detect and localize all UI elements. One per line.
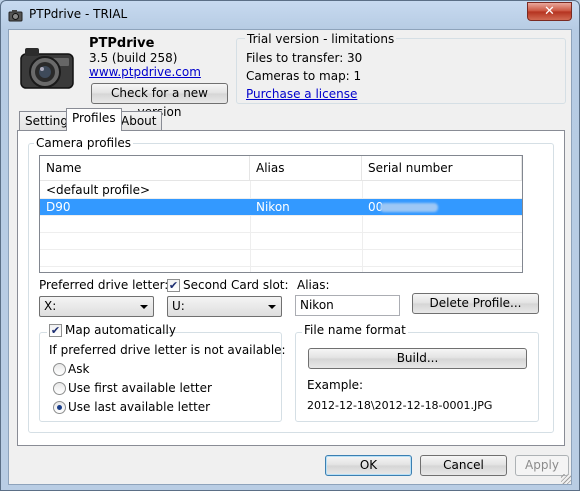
ok-button[interactable]: OK [325,455,412,476]
radio-ask-label[interactable]: Ask [68,362,89,376]
table-row[interactable]: <default profile> [40,182,522,199]
cell-alias: Nikon [256,200,290,214]
chevron-down-icon [268,305,276,309]
radio-first-letter[interactable] [53,382,66,395]
cancel-button[interactable]: Cancel [420,455,507,476]
dialog-client: PTPdrive 3.5 (build 258) www.ptpdrive.co… [8,29,572,485]
apply-button[interactable]: Apply [515,455,569,476]
map-automatically-label[interactable]: Map automatically [65,323,176,337]
radio-last-letter-label[interactable]: Use last available letter [68,400,210,414]
product-version: 3.5 (build 258) [89,51,178,65]
file-name-format-title: File name format [302,323,408,337]
alias-input[interactable]: Nikon [295,295,400,316]
second-card-value: U: [172,299,185,313]
column-header-alias[interactable]: Alias [250,156,362,181]
delete-profile-button[interactable]: Delete Profile... [412,293,539,314]
product-name: PTPdrive [89,36,155,51]
radio-ask[interactable] [53,363,66,376]
title-bar[interactable]: PTPdrive - TRIAL ✕ [1,1,579,29]
tab-about[interactable]: About [115,111,163,131]
main-window: PTPdrive - TRIAL ✕ PTPdrive 3.5 (build 2… [0,0,580,491]
build-button[interactable]: Build... [308,348,527,369]
cell-name: <default profile> [46,183,151,197]
table-row-selected[interactable]: D90 Nikon 00 [40,199,522,216]
trial-cameras: Cameras to map: 1 [246,69,362,83]
second-card-select[interactable]: U: [167,296,282,317]
table-row-empty [40,216,522,233]
column-header-name[interactable]: Name [40,156,250,181]
camera-profiles-title: Camera profiles [34,136,134,150]
alias-label: Alias: [297,278,330,292]
radio-first-letter-label[interactable]: Use first available letter [68,381,212,395]
second-card-label[interactable]: Second Card slot: [183,278,289,292]
cell-name: D90 [46,200,71,214]
close-button[interactable]: ✕ [527,2,572,21]
drive-letter-value: X: [44,299,57,313]
serial-redaction [380,203,438,212]
resize-grip-icon[interactable] [561,474,571,484]
column-header-serial[interactable]: Serial number [362,156,522,181]
second-card-checkbox[interactable]: ✔ [167,279,180,292]
radio-last-letter[interactable] [53,401,66,414]
trial-title: Trial version - limitations [245,32,397,46]
profiles-list[interactable]: Name Alias Serial number <default profil… [39,155,523,273]
camera-logo-icon [20,48,74,89]
app-camera-icon [8,10,23,22]
drive-letter-select[interactable]: X: [39,296,154,317]
drive-letter-label: Preferred drive letter: [39,278,169,292]
table-row-empty [40,250,522,267]
example-value: 2012-12-18\2012-12-18-0001.JPG [307,399,493,412]
trial-files: Files to transfer: 30 [246,51,363,65]
check-version-button[interactable]: Check for a new version [91,83,228,119]
table-row-empty [40,233,522,250]
example-label: Example: [307,378,364,392]
product-url-link[interactable]: www.ptpdrive.com [89,65,201,79]
tab-profiles[interactable]: Profiles [66,108,122,131]
map-automatically-checkbox[interactable]: ✔ [49,324,62,337]
map-question: If preferred drive letter is not availab… [49,343,286,357]
purchase-license-link[interactable]: Purchase a license [246,87,357,101]
window-title: PTPdrive - TRIAL [29,7,128,21]
chevron-down-icon [140,305,148,309]
